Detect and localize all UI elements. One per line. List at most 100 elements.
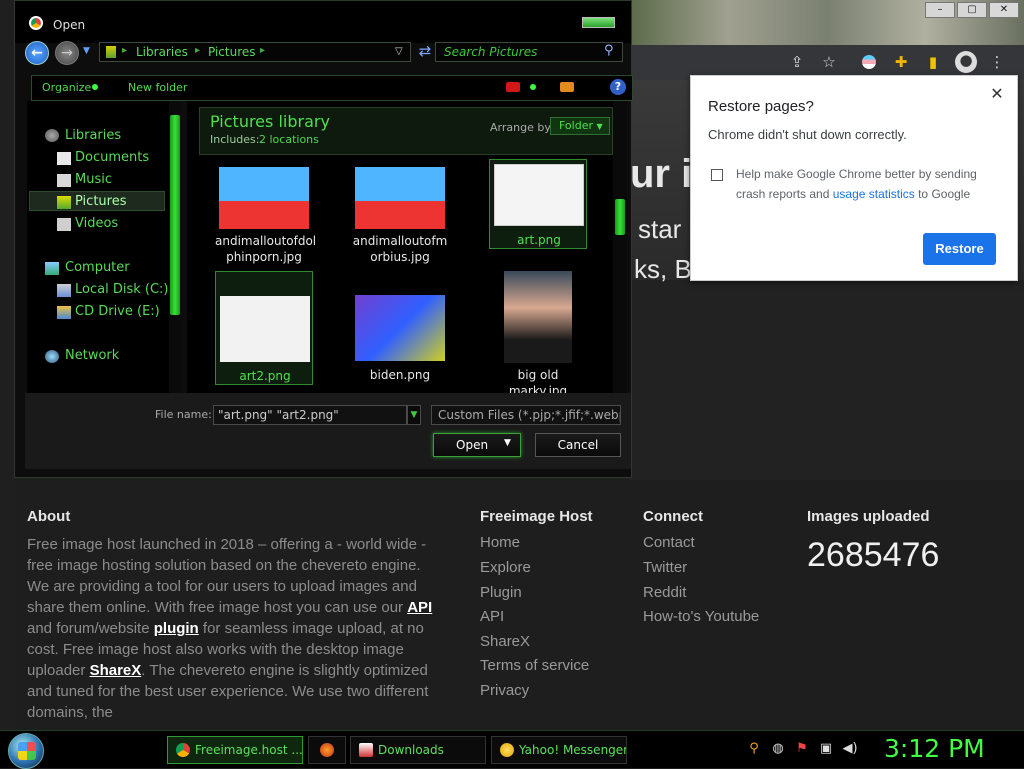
footer-link-plugin[interactable]: Plugin	[480, 584, 522, 601]
file-name: andimalloutofm	[352, 234, 448, 248]
tree-item-network[interactable]: Network	[65, 348, 119, 363]
footer-link-terms[interactable]: Terms of service	[480, 657, 589, 674]
clock[interactable]: 3:12 PM	[884, 734, 985, 763]
forward-arrow-icon[interactable]: →	[55, 41, 79, 65]
maximize-button[interactable]: ▢	[957, 2, 987, 18]
breadcrumb-chevron-icon[interactable]: ▸	[122, 45, 127, 56]
breadcrumb-chevron-icon[interactable]: ▸	[260, 45, 265, 56]
footer-link-api[interactable]: API	[480, 608, 504, 625]
organize-dropdown-icon[interactable]	[92, 84, 98, 90]
footer-link-twitter[interactable]: Twitter	[643, 559, 687, 576]
restore-button[interactable]: Restore	[923, 233, 996, 265]
change-view-icon[interactable]	[506, 82, 520, 92]
file-item[interactable]: andimalloutofm orbius.jpg	[351, 163, 449, 271]
usage-statistics-link[interactable]: usage statistics	[833, 187, 915, 201]
file-item[interactable]: andimalloutofdol phinporn.jpg	[215, 163, 316, 271]
search-icon[interactable]: ⚲	[746, 741, 762, 757]
file-item[interactable]: art.png	[489, 159, 587, 249]
tree-item-videos[interactable]: Videos	[75, 216, 118, 231]
file-name-label: File name:	[155, 408, 212, 421]
open-button[interactable]: Open ▼	[433, 433, 521, 457]
library-locations-link[interactable]: 2 locations	[259, 133, 319, 146]
uploaded-heading: Images uploaded	[807, 508, 930, 525]
footer-link-contact[interactable]: Contact	[643, 534, 695, 551]
minimize-button[interactable]: –	[925, 2, 955, 18]
arrange-by-label: Arrange by:	[490, 121, 554, 134]
tree-item-cd-drive[interactable]: CD Drive (E:)	[75, 304, 160, 319]
breadcrumb-chevron-icon[interactable]: ▸	[195, 45, 200, 56]
help-icon[interactable]: ?	[610, 79, 626, 95]
footer-link-home[interactable]: Home	[480, 534, 520, 551]
tree-item-local-disk[interactable]: Local Disk (C:)	[75, 282, 168, 297]
hero-subtitle-1: star	[638, 214, 682, 244]
search-icon[interactable]: ⚲	[604, 43, 614, 58]
footer-link-sharex[interactable]: ShareX	[480, 633, 530, 650]
arrange-by-dropdown[interactable]: Folder ▼	[550, 117, 610, 135]
dialog-titlebar: Open	[15, 1, 631, 43]
side-panel-icon[interactable]: ▮	[924, 53, 942, 71]
restore-message: Chrome didn't shut down correctly.	[708, 127, 907, 142]
action-center-flag-icon[interactable]: ⚑	[794, 741, 810, 757]
crash-report-checkbox[interactable]	[711, 169, 723, 181]
organize-button[interactable]: Organize	[42, 81, 91, 94]
libraries-icon	[45, 129, 59, 142]
tree-item-music[interactable]: Music	[75, 172, 112, 187]
refresh-icon[interactable]: ⇄	[415, 42, 435, 62]
file-item[interactable]: biden.png	[351, 271, 449, 385]
tree-item-documents[interactable]: Documents	[75, 150, 149, 165]
extensions-puzzle-icon[interactable]: ✚	[892, 53, 910, 71]
taskbar-item-yahoo-messenger[interactable]: Yahoo! Messenger	[491, 736, 627, 764]
tree-item-pictures[interactable]: Pictures	[75, 194, 126, 209]
preview-pane-icon[interactable]	[560, 82, 574, 92]
file-list-pane: Pictures library Includes: 2 locations A…	[187, 101, 613, 393]
messenger-tray-icon[interactable]: ◍	[770, 741, 786, 757]
chrome-icon	[29, 16, 43, 30]
address-dropdown-chevron-icon[interactable]: ▽	[395, 46, 403, 57]
extension-flag-icon[interactable]	[862, 55, 876, 69]
view-options-dropdown-icon[interactable]	[530, 84, 536, 90]
file-item[interactable]: art2.png	[215, 271, 313, 385]
taskbar-item-downloads[interactable]: Downloads	[350, 736, 486, 764]
taskbar-item-chrome[interactable]: Freeimage.host ...	[167, 736, 303, 764]
file-name-input[interactable]: "art.png" "art2.png"	[213, 405, 407, 425]
menu-kebab-icon[interactable]: ⋮	[988, 53, 1006, 71]
file-list-scrollbar[interactable]	[613, 101, 627, 393]
breadcrumb-libraries[interactable]: Libraries	[136, 45, 188, 59]
start-button[interactable]	[8, 733, 44, 769]
open-options-chevron-icon[interactable]: ▼	[504, 438, 511, 448]
cancel-button[interactable]: Cancel	[535, 433, 621, 457]
sharex-link[interactable]: ShareX	[90, 662, 142, 679]
dialog-close-button[interactable]	[582, 17, 615, 28]
close-icon[interactable]: ✕	[987, 84, 1007, 104]
recent-locations-chevron-icon[interactable]: ▼	[83, 46, 90, 56]
taskbar-item-firefox[interactable]	[308, 736, 346, 764]
volume-icon[interactable]: ◀)	[842, 741, 858, 757]
navigation-scroll-thumb[interactable]	[170, 115, 180, 315]
bookmark-star-icon[interactable]: ☆	[820, 53, 838, 71]
new-folder-button[interactable]: New folder	[128, 81, 187, 94]
address-bar[interactable]: ▸ Libraries ▸ Pictures ▸ ▽	[99, 42, 411, 62]
back-arrow-icon[interactable]: ←	[25, 41, 49, 65]
breadcrumb-pictures[interactable]: Pictures	[208, 45, 256, 59]
footer-link-explore[interactable]: Explore	[480, 559, 531, 576]
file-name-dropdown-icon[interactable]: ▼	[407, 405, 421, 425]
website-footer: About Free image host launched in 2018 –…	[15, 480, 1024, 730]
plugin-link[interactable]: plugin	[154, 620, 199, 637]
tree-item-computer[interactable]: Computer	[65, 260, 130, 275]
tree-item-libraries[interactable]: Libraries	[65, 128, 121, 143]
api-link[interactable]: API	[407, 599, 432, 616]
footer-link-privacy[interactable]: Privacy	[480, 682, 529, 699]
pictures-folder-icon	[106, 46, 116, 58]
footer-link-youtube[interactable]: How-to's Youtube	[643, 608, 759, 625]
open-button-label: Open	[456, 438, 489, 452]
file-list-scroll-thumb[interactable]	[615, 199, 625, 235]
close-button[interactable]: ✕	[989, 2, 1019, 18]
search-input[interactable]: Search Pictures ⚲	[435, 42, 623, 62]
footer-link-reddit[interactable]: Reddit	[643, 584, 686, 601]
file-item[interactable]: big old marky.jpg	[489, 271, 587, 393]
share-icon[interactable]: ⇪	[788, 53, 806, 71]
file-type-select[interactable]: Custom Files (*.pjp;*.jfif;*.webp;	[431, 405, 621, 425]
network-icon[interactable]: ▣	[818, 741, 834, 757]
profile-avatar-icon[interactable]: ●	[955, 51, 977, 73]
navigation-scrollbar[interactable]	[169, 101, 181, 393]
